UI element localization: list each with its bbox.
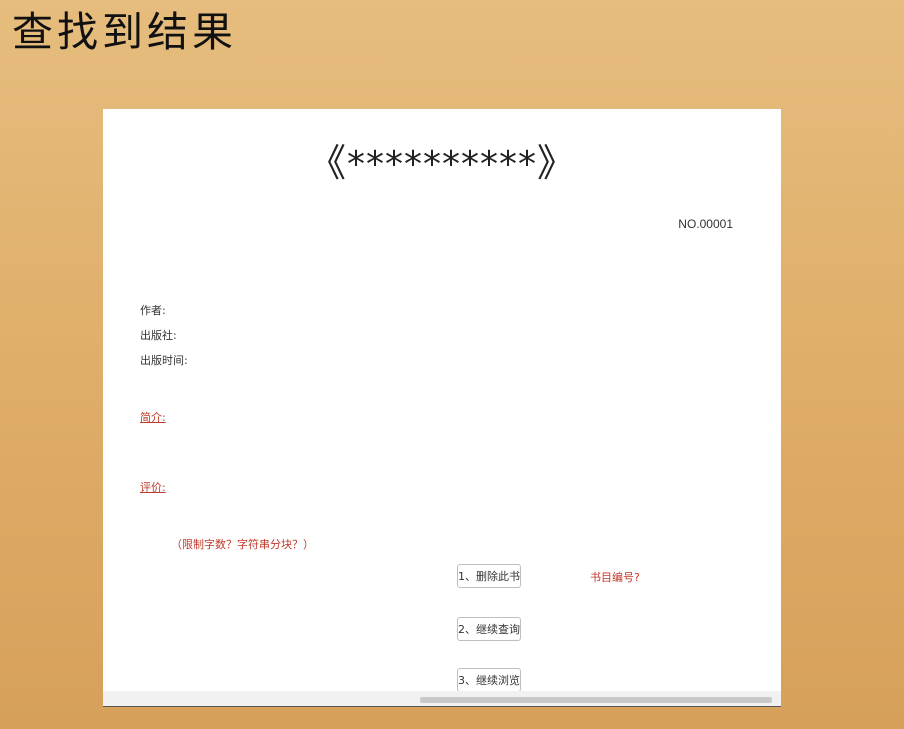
continue-search-button[interactable]: 2、继续查询 <box>457 617 521 641</box>
catalog-number-note: 书目编号? <box>590 571 640 584</box>
book-number: NO.00001 <box>678 217 733 231</box>
delete-book-button[interactable]: 1、删除此书 <box>457 564 521 588</box>
book-title-close-bracket: 》 <box>537 141 577 185</box>
intro-link[interactable]: 简介: <box>140 409 166 425</box>
book-title-open-bracket: 《 <box>307 141 347 185</box>
limit-note: （限制字数？字符串分块？） <box>171 538 314 551</box>
panel-bottom-border <box>103 706 781 707</box>
book-title-text: ********** <box>347 144 537 185</box>
author-label: 作者: <box>140 304 166 317</box>
continue-browse-button[interactable]: 3、继续浏览 <box>457 668 521 692</box>
slide-title: 查找到结果 <box>12 8 237 56</box>
horizontal-scrollbar[interactable] <box>103 691 781 707</box>
book-title: 《**********》 <box>103 141 781 187</box>
review-link[interactable]: 评价: <box>140 479 166 495</box>
scrollbar-thumb[interactable] <box>420 697 772 703</box>
publisher-label: 出版社: <box>140 329 177 342</box>
publish-time-label: 出版时间: <box>140 354 188 367</box>
result-panel: 《**********》 NO.00001 作者: 出版社: 出版时间: 简介:… <box>103 109 781 707</box>
